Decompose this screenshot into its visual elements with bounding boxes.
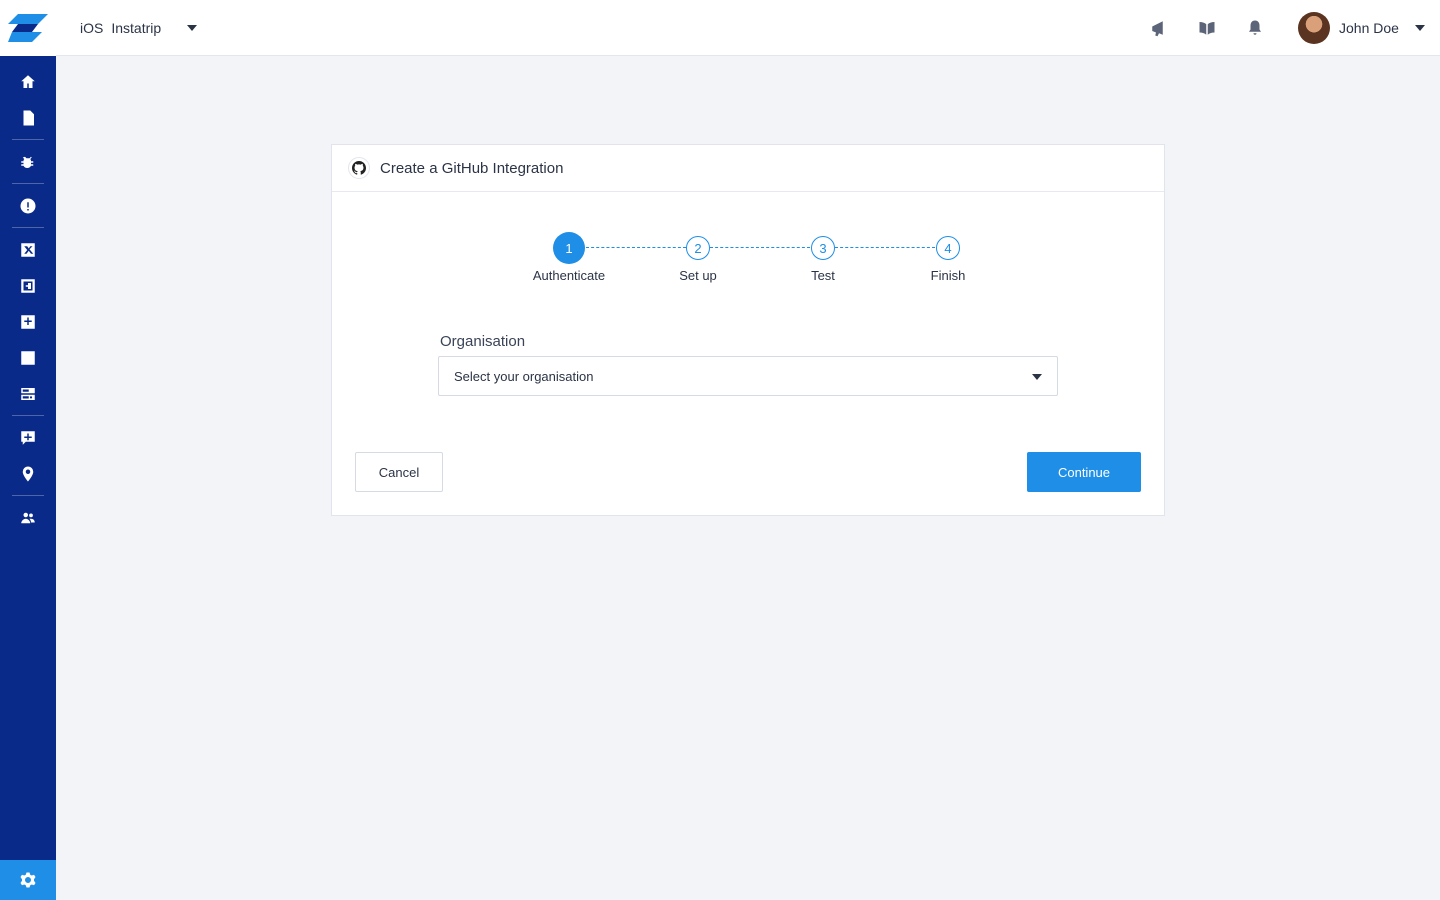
step-1-circle: 1 bbox=[553, 232, 585, 264]
step-connector bbox=[710, 247, 810, 248]
organisation-select-value: Select your organisation bbox=[454, 368, 594, 384]
step-connector bbox=[835, 247, 935, 248]
divider bbox=[12, 415, 44, 416]
platform-label: iOS bbox=[80, 20, 104, 36]
app-name: Instatrip bbox=[111, 20, 162, 36]
chevron-down-icon bbox=[1032, 374, 1042, 380]
bell-icon[interactable] bbox=[1243, 16, 1267, 40]
github-icon bbox=[348, 157, 370, 179]
gear-icon bbox=[20, 872, 36, 888]
crash-icon[interactable] bbox=[16, 238, 40, 262]
sidebar bbox=[0, 0, 56, 900]
bug-icon[interactable] bbox=[16, 150, 40, 174]
chevron-down-icon bbox=[1414, 25, 1425, 31]
step-connector bbox=[586, 247, 686, 248]
logo-icon bbox=[8, 14, 48, 42]
apm-icon[interactable] bbox=[16, 310, 40, 334]
step-3-label: Test bbox=[811, 268, 835, 283]
divider bbox=[12, 495, 44, 496]
continue-button[interactable]: Continue bbox=[1027, 452, 1141, 492]
divider bbox=[12, 139, 44, 140]
organisation-select[interactable]: Select your organisation bbox=[438, 356, 1058, 396]
avatar bbox=[1298, 12, 1330, 44]
feedback-icon[interactable] bbox=[16, 274, 40, 298]
megaphone-icon[interactable] bbox=[1147, 16, 1171, 40]
step-4-label: Finish bbox=[930, 268, 966, 283]
settings-button[interactable] bbox=[0, 860, 56, 900]
organisation-label: Organisation bbox=[440, 333, 526, 350]
card-header: Create a GitHub Integration bbox=[332, 145, 1164, 192]
user-menu[interactable]: John Doe bbox=[1298, 12, 1425, 44]
survey-icon[interactable] bbox=[16, 426, 40, 450]
user-name: John Doe bbox=[1339, 20, 1399, 36]
network-icon[interactable] bbox=[16, 346, 40, 370]
sessions-icon[interactable] bbox=[16, 382, 40, 406]
step-2-label: Set up bbox=[679, 268, 717, 283]
team-icon[interactable] bbox=[16, 506, 40, 530]
chevron-down-icon bbox=[187, 25, 198, 31]
document-icon[interactable] bbox=[16, 106, 40, 130]
logo[interactable] bbox=[0, 0, 56, 56]
cancel-button[interactable]: Cancel bbox=[355, 452, 443, 492]
app-switcher[interactable]: iOS Instatrip bbox=[80, 17, 198, 39]
location-icon[interactable] bbox=[16, 462, 40, 486]
topbar: iOS Instatrip John Doe bbox=[56, 0, 1440, 56]
step-3-circle: 3 bbox=[811, 236, 835, 260]
card-title: Create a GitHub Integration bbox=[380, 159, 564, 177]
step-2-circle: 2 bbox=[686, 236, 710, 260]
book-icon[interactable] bbox=[1195, 16, 1219, 40]
home-icon[interactable] bbox=[16, 70, 40, 94]
step-4-circle: 4 bbox=[936, 236, 960, 260]
github-integration-card: Create a GitHub Integration 1 2 3 4 Auth… bbox=[331, 144, 1165, 516]
alert-icon[interactable] bbox=[16, 194, 40, 218]
step-1-label: Authenticate bbox=[532, 268, 606, 283]
divider bbox=[12, 183, 44, 184]
divider bbox=[12, 227, 44, 228]
